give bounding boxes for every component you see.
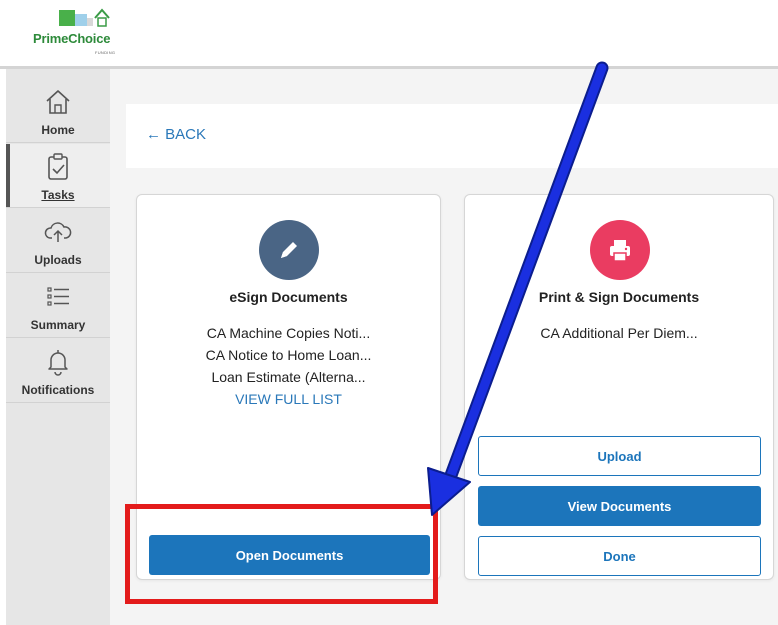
sidebar: Home Tasks Uploads Summary Notifications bbox=[6, 69, 110, 625]
app-header: PrimeChoice FUNDING bbox=[0, 0, 778, 68]
home-icon bbox=[46, 90, 70, 114]
sidebar-item-tasks[interactable]: Tasks bbox=[6, 144, 110, 208]
topbar: ← BACK bbox=[126, 104, 778, 168]
done-button[interactable]: Done bbox=[478, 536, 761, 576]
back-label: BACK bbox=[165, 126, 207, 143]
sidebar-item-label: Tasks bbox=[41, 188, 75, 202]
print-document-item: CA Additional Per Diem... bbox=[540, 325, 698, 341]
print-icon-circle bbox=[590, 220, 650, 280]
back-link[interactable]: ← BACK bbox=[146, 126, 206, 143]
sidebar-item-label: Summary bbox=[30, 318, 86, 332]
view-documents-button[interactable]: View Documents bbox=[478, 486, 761, 526]
esign-title: eSign Documents bbox=[229, 289, 348, 305]
sidebar-item-summary[interactable]: Summary bbox=[6, 274, 110, 338]
clipboard-check-icon bbox=[48, 153, 68, 180]
page: PrimeChoice FUNDING Home Tasks Uploads S… bbox=[0, 0, 778, 625]
sidebar-item-uploads[interactable]: Uploads bbox=[6, 209, 110, 273]
print-sign-title: Print & Sign Documents bbox=[538, 289, 700, 305]
upload-button[interactable]: Upload bbox=[478, 436, 761, 476]
cloud-upload-icon bbox=[44, 222, 72, 242]
sidebar-item-home[interactable]: Home bbox=[6, 79, 110, 143]
highlight-box bbox=[125, 504, 438, 604]
logo-mark-icon bbox=[59, 8, 110, 27]
sidebar-item-notifications[interactable]: Notifications bbox=[6, 339, 110, 403]
list-icon bbox=[47, 287, 69, 306]
esign-icon-circle bbox=[259, 220, 319, 280]
bell-icon bbox=[48, 350, 68, 376]
sidebar-item-label: Uploads bbox=[34, 253, 82, 267]
brand-sub: FUNDING bbox=[95, 50, 116, 55]
arrow-left-icon: ← bbox=[146, 126, 161, 143]
brand-name: PrimeChoice bbox=[33, 31, 111, 46]
print-sign-card: Print & Sign Documents CA Additional Per… bbox=[464, 194, 774, 580]
brand-logo[interactable]: PrimeChoice FUNDING bbox=[29, 4, 149, 64]
sidebar-item-label: Notifications bbox=[21, 383, 95, 397]
esign-document-item: CA Machine Copies Noti... bbox=[206, 325, 371, 341]
esign-document-item: Loan Estimate (Alterna... bbox=[211, 369, 366, 385]
printer-icon bbox=[610, 240, 630, 262]
esign-document-item: CA Notice to Home Loan... bbox=[205, 347, 372, 363]
view-full-list-link[interactable]: VIEW FULL LIST bbox=[137, 391, 440, 407]
pencil-icon bbox=[281, 242, 297, 258]
sidebar-item-label: Home bbox=[41, 123, 75, 137]
